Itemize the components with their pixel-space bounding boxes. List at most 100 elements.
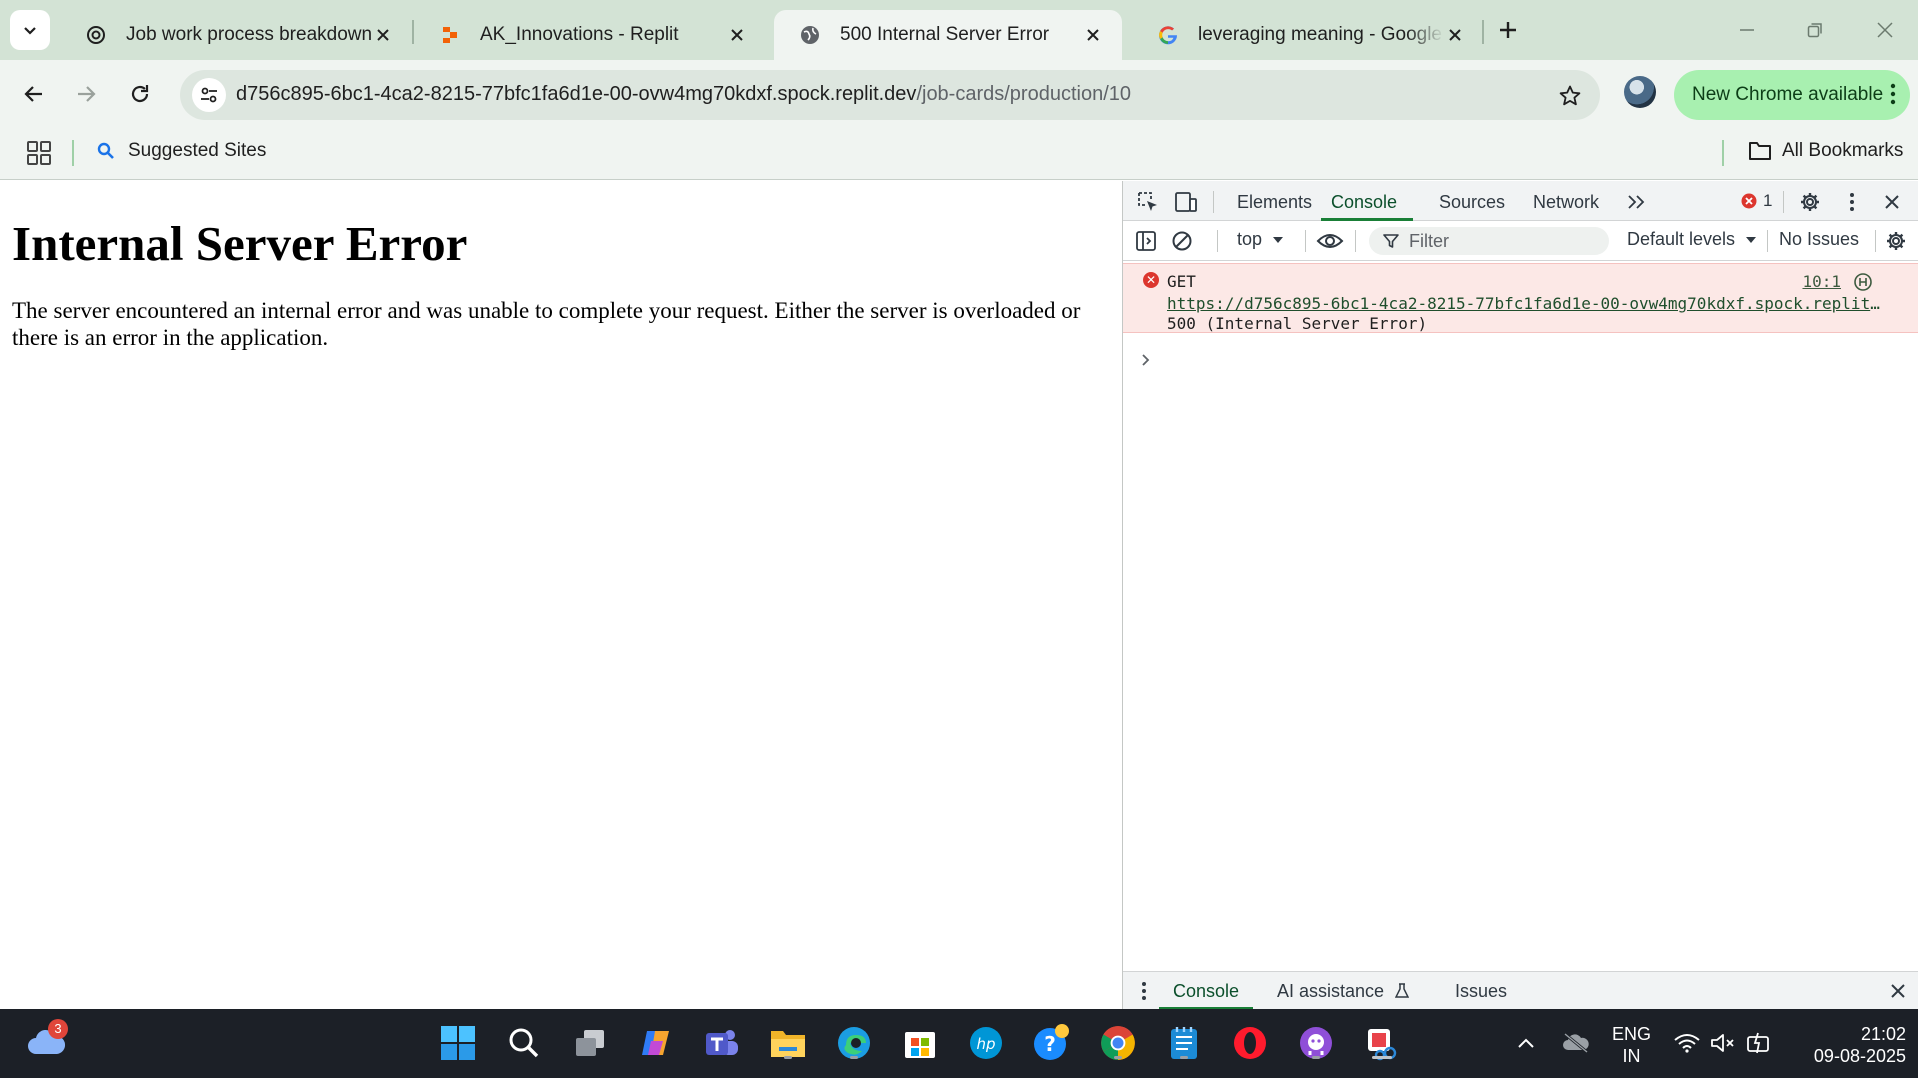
devtools-separator xyxy=(1875,230,1876,252)
tab-job-work[interactable]: Job work process breakdown xyxy=(60,10,412,60)
console-settings-gear-icon[interactable] xyxy=(1883,228,1909,254)
window-close-button[interactable] xyxy=(1862,10,1908,50)
opera-icon xyxy=(1234,1027,1266,1059)
error-count-badge[interactable]: 1 xyxy=(1741,191,1772,211)
network-request-icon[interactable] xyxy=(1853,272,1873,292)
close-icon[interactable] xyxy=(726,24,748,46)
start-button[interactable] xyxy=(438,1023,478,1063)
tab-google-search[interactable]: leveraging meaning - Google S xyxy=(1132,10,1484,60)
openai-icon xyxy=(84,23,108,47)
settings-gear-icon[interactable] xyxy=(1797,189,1823,215)
hp-app[interactable]: hp xyxy=(966,1023,1006,1063)
copilot-app[interactable] xyxy=(636,1023,676,1063)
back-button[interactable] xyxy=(14,74,54,114)
close-icon[interactable] xyxy=(1444,24,1466,46)
bookmark-star-button[interactable] xyxy=(1556,82,1584,110)
address-bar[interactable]: d756c895-6bc1-4ca2-8215-77bfc1fa6d1e-00-… xyxy=(180,70,1600,120)
new-chrome-available-button[interactable]: New Chrome available xyxy=(1674,70,1910,120)
context-selector[interactable]: top xyxy=(1237,229,1284,250)
drawer-menu-icon[interactable] xyxy=(1131,978,1157,1004)
opera-app[interactable] xyxy=(1230,1023,1270,1063)
console-filter-input[interactable]: Filter xyxy=(1369,227,1609,255)
console-prompt[interactable] xyxy=(1141,351,1151,372)
inspect-element-icon[interactable] xyxy=(1135,189,1161,215)
get-help-app[interactable]: ? xyxy=(1032,1023,1072,1063)
more-tabs-chevron-icon[interactable] xyxy=(1623,189,1649,215)
dropdown-arrow-icon xyxy=(1746,236,1757,243)
edge-app[interactable] xyxy=(834,1023,874,1063)
sidebar-toggle-icon[interactable] xyxy=(1133,228,1159,254)
github-desktop-app[interactable] xyxy=(1296,1023,1336,1063)
store-icon xyxy=(905,1032,935,1058)
request-url-link[interactable]: https://d756c895-6bc1-4ca2-8215-77bfc1fa… xyxy=(1167,294,1882,313)
devtools-tab-network[interactable]: Network xyxy=(1533,181,1599,221)
log-levels-dropdown[interactable]: Default levels xyxy=(1627,229,1757,250)
devtools-separator xyxy=(1767,230,1768,252)
chrome-app[interactable] xyxy=(1098,1023,1138,1063)
console-error-message: ✕ GET 10:1 https://d756c895-6bc1-4ca2-82… xyxy=(1123,263,1918,333)
url-text[interactable]: d756c895-6bc1-4ca2-8215-77bfc1fa6d1e-00-… xyxy=(236,83,1131,106)
teams-icon xyxy=(706,1030,738,1055)
running-indicator xyxy=(1312,1056,1320,1059)
device-toolbar-icon[interactable] xyxy=(1173,189,1199,215)
devtools-tab-sources[interactable]: Sources xyxy=(1439,181,1505,221)
devtools-separator xyxy=(1305,230,1306,252)
issues-counter[interactable]: No Issues xyxy=(1779,229,1859,250)
chevron-right-icon xyxy=(1142,354,1150,366)
minimize-button[interactable] xyxy=(1724,10,1770,50)
close-drawer-icon[interactable] xyxy=(1885,978,1911,1004)
drawer-tab-issues[interactable]: Issues xyxy=(1455,972,1507,1010)
tab-replit[interactable]: AK_Innovations - Replit xyxy=(414,10,766,60)
more-vertical-icon[interactable] xyxy=(1839,189,1865,215)
clear-console-icon[interactable] xyxy=(1169,228,1195,254)
bookmark-suggested-sites[interactable]: Suggested Sites xyxy=(96,140,266,162)
levels-label: Default levels xyxy=(1627,229,1736,249)
forward-button[interactable] xyxy=(66,74,106,114)
new-tab-button[interactable] xyxy=(1492,14,1524,46)
snipping-tool-app[interactable] xyxy=(1362,1023,1402,1063)
folder-icon xyxy=(771,1031,805,1057)
running-indicator xyxy=(1180,1056,1188,1059)
close-icon[interactable] xyxy=(372,24,394,46)
live-expression-eye-icon[interactable] xyxy=(1315,228,1345,254)
wifi-tray[interactable] xyxy=(1670,1023,1704,1063)
devtools-drawer: Console AI assistance Issues xyxy=(1123,971,1918,1010)
system-clock[interactable]: 21:02 09-08-2025 xyxy=(1796,1023,1906,1067)
notepad-app[interactable] xyxy=(1164,1023,1204,1063)
profile-avatar[interactable] xyxy=(1624,76,1656,108)
apps-grid-icon[interactable] xyxy=(26,140,52,166)
source-location-link[interactable]: 10:1 xyxy=(1802,272,1841,291)
volume-tray[interactable] xyxy=(1706,1023,1740,1063)
svg-text:hp: hp xyxy=(976,1035,995,1053)
tab-search-button[interactable] xyxy=(10,10,50,50)
devtools-panel: Elements Console Sources Network 1 top F… xyxy=(1122,181,1918,1010)
taskbar-search-button[interactable] xyxy=(504,1023,544,1063)
star-icon xyxy=(1559,85,1581,106)
all-bookmarks-label: All Bookmarks xyxy=(1782,140,1904,161)
site-info-icon[interactable] xyxy=(192,78,226,112)
file-explorer-app[interactable] xyxy=(768,1023,808,1063)
tab-title: 500 Internal Server Error xyxy=(840,24,1050,45)
battery-tray[interactable] xyxy=(1742,1023,1776,1063)
task-view-button[interactable] xyxy=(570,1023,610,1063)
drawer-tab-ai-assistance[interactable]: AI assistance xyxy=(1277,972,1410,1010)
input-language-indicator[interactable]: ENG IN xyxy=(1612,1023,1651,1067)
show-hidden-icons-button[interactable] xyxy=(1508,1023,1544,1063)
tab-500-error[interactable]: 500 Internal Server Error xyxy=(774,10,1122,60)
microsoft-store-app[interactable] xyxy=(900,1023,940,1063)
onedrive-tray[interactable] xyxy=(1556,1023,1596,1063)
hp-logo-icon: hp xyxy=(970,1027,1002,1059)
close-icon[interactable] xyxy=(1082,24,1104,46)
battery-charging-icon xyxy=(1747,1032,1769,1054)
devtools-tab-console[interactable]: Console xyxy=(1321,181,1414,221)
drawer-tab-console[interactable]: Console xyxy=(1159,972,1254,1010)
all-bookmarks-button[interactable]: All Bookmarks xyxy=(1748,140,1903,162)
restore-button[interactable] xyxy=(1792,10,1838,50)
running-indicator xyxy=(850,1056,858,1059)
reload-button[interactable] xyxy=(120,74,160,114)
more-vertical-icon[interactable] xyxy=(1890,82,1896,106)
close-devtools-icon[interactable] xyxy=(1879,189,1905,215)
devtools-tab-elements[interactable]: Elements xyxy=(1237,181,1312,221)
teams-app[interactable] xyxy=(702,1023,742,1063)
tab-title: AK_Innovations - Replit xyxy=(480,24,679,45)
